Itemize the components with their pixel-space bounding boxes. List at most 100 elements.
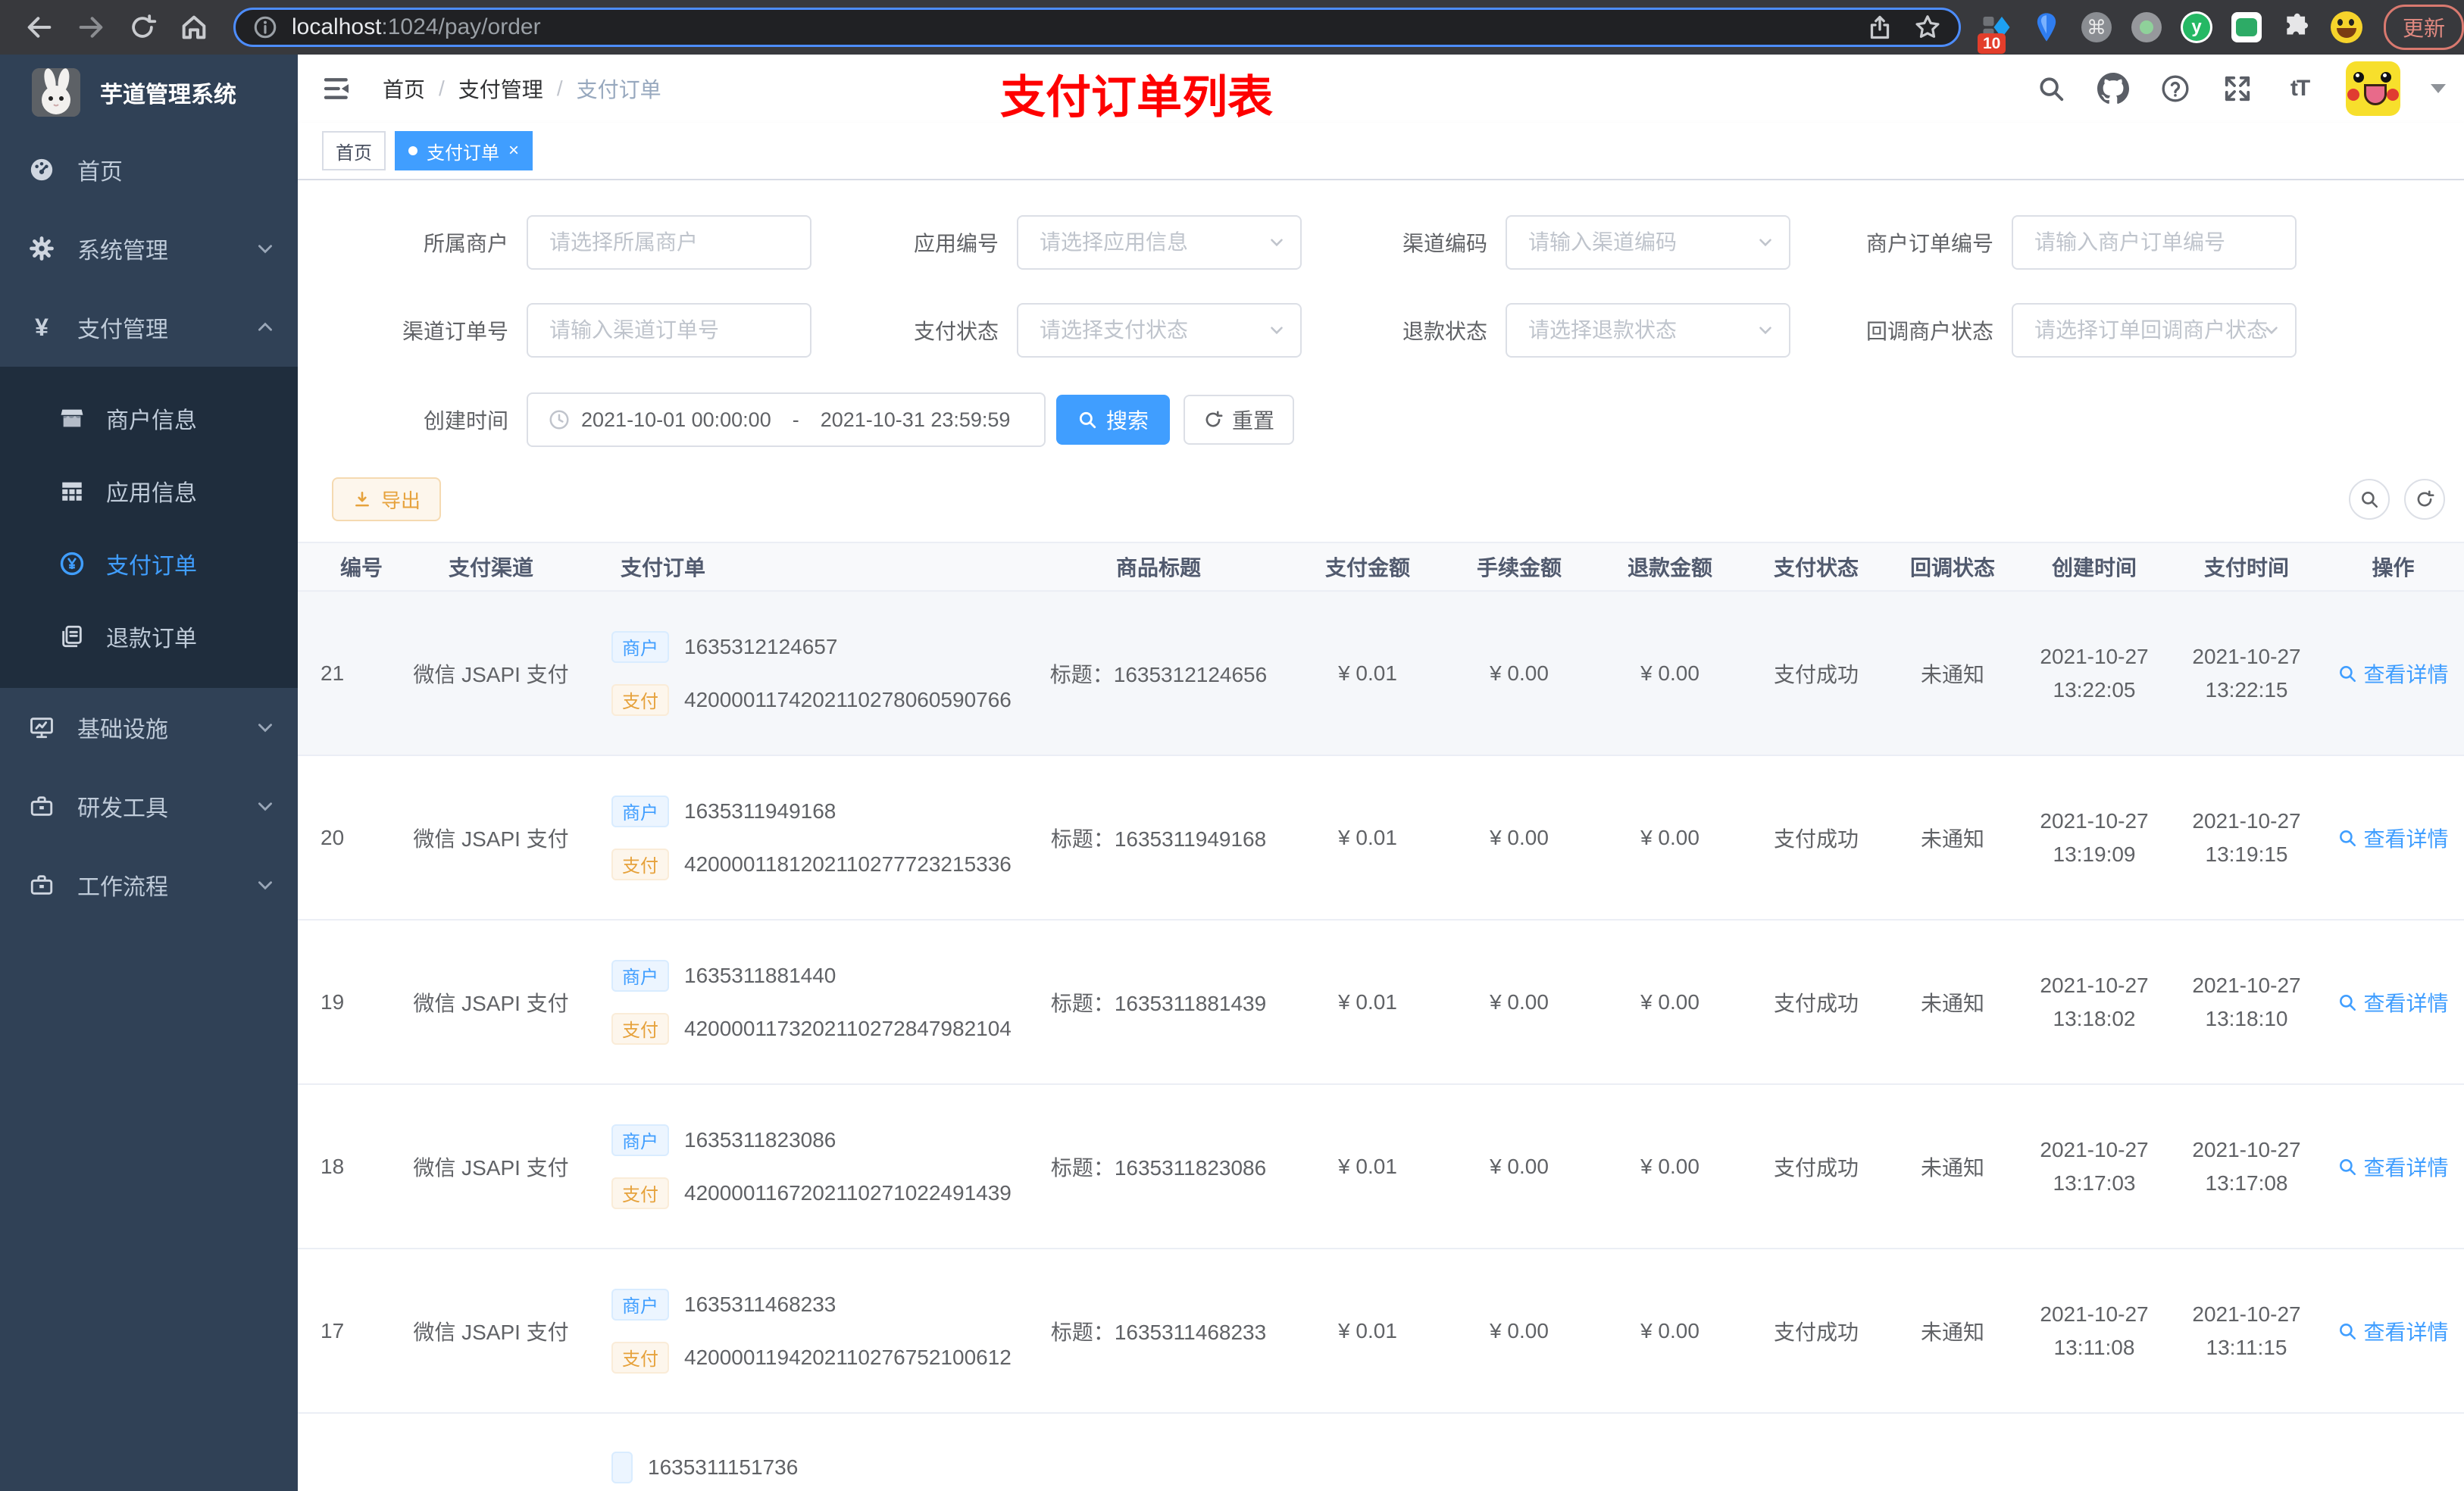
forward-icon[interactable] [74,11,108,44]
breadcrumb-pay[interactable]: 支付管理 [458,73,543,104]
cell-notify-status: 未通知 [1920,1155,1984,1180]
filter-channel-code: 渠道编码 [1324,215,1790,270]
app-select[interactable] [1017,215,1302,270]
chevron-down-icon[interactable] [2431,84,2446,93]
refund-status-field[interactable] [1527,317,1769,343]
y-extension-icon[interactable]: y [2181,11,2212,43]
date-range-picker[interactable]: 2021-10-01 00:00:00 - 2021-10-31 23:59:5… [527,392,1046,447]
cell-id: 17 [321,1318,345,1343]
puzzle-extensions-icon[interactable] [2281,11,2312,43]
notify-status-select[interactable] [2012,303,2297,358]
sidebar-item-label: 研发工具 [77,796,168,821]
bookmark-star-icon[interactable] [1913,13,1942,42]
pay-tag: 支付 [611,1341,669,1374]
reload-icon[interactable] [126,11,159,44]
date-end[interactable]: 2021-10-31 23:59:59 [821,408,1011,432]
table-row[interactable]: 19 微信 JSAPI 支付 商户 1635311881440 支付 42000… [298,921,2464,1085]
view-detail-link[interactable]: 查看详情 [2337,1316,2449,1346]
channel-code-select[interactable] [1506,215,1790,270]
github-icon[interactable] [2097,73,2129,105]
merchant-input[interactable] [527,215,811,270]
merchant-order-no-field[interactable] [2033,230,2275,255]
table-row[interactable]: 17 微信 JSAPI 支付 商户 1635311468233 支付 42000… [298,1249,2464,1414]
app-title: 芋道管理系统 [100,83,236,108]
view-detail-link[interactable]: 查看详情 [2337,1152,2449,1182]
sidebar-item-app-info[interactable]: 应用信息 [0,455,298,527]
merchant-order-no: 1635311823086 [684,1127,836,1152]
channel-order-no-input[interactable] [527,303,811,358]
breadcrumb-separator: / [556,77,563,100]
notify-status-field[interactable] [2033,317,2275,343]
sidebar-item-pay-order[interactable]: 支付订单 [0,527,298,600]
record-extension-icon[interactable] [2131,11,2162,43]
share-icon[interactable] [1866,14,1893,41]
refund-status-select[interactable] [1506,303,1790,358]
chat-extension-icon[interactable] [2231,11,2262,43]
export-button[interactable]: 导出 [332,477,441,521]
pay-status-select[interactable] [1017,303,1302,358]
fullscreen-icon[interactable] [2222,73,2253,105]
sidebar-item-workflow[interactable]: 工作流程 [0,846,298,924]
tag-pay-order[interactable]: 支付订单 × [395,131,533,170]
command-extension-icon[interactable]: ⌘ [2081,11,2112,43]
pay-tag: 支付 [611,848,669,880]
merchant-order-no-input[interactable] [2012,215,2297,270]
tag-home[interactable]: 首页 [322,131,386,170]
reset-button[interactable]: 重置 [1184,395,1294,445]
view-detail-link[interactable]: 查看详情 [2337,658,2449,689]
table-body: 21 微信 JSAPI 支付 商户 1635312124657 支付 42000… [298,592,2464,1491]
sidebar-item-merchant-info[interactable]: 商户信息 [0,382,298,455]
update-button[interactable]: 更新 [2384,5,2464,50]
table-row[interactable]: 1635311151736 [298,1414,2464,1491]
sidebar-item-system[interactable]: 系统管理 [0,209,298,288]
home-icon[interactable] [177,11,211,44]
pay-status-field[interactable] [1038,317,1280,343]
view-detail-link[interactable]: 查看详情 [2337,823,2449,853]
diamond-extension-icon[interactable]: 10 [1978,11,2012,54]
sidebar-item-devtools[interactable]: 研发工具 [0,767,298,846]
channel-order-no-field[interactable] [548,317,790,343]
url-text[interactable]: localhost:1024/pay/order [292,14,1866,40]
search-button[interactable]: 搜索 [1056,395,1170,445]
date-start[interactable]: 2021-10-01 00:00:00 [581,408,771,432]
merchant-tag: 商户 [611,959,669,992]
help-icon[interactable] [2159,73,2191,105]
sidebar-item-label: 商户信息 [106,408,197,433]
cell-actions: 查看详情 [2322,823,2464,853]
pin-extension-icon[interactable] [2031,11,2062,43]
close-icon[interactable]: × [508,142,519,160]
column-header: 操作 [2372,556,2415,580]
sidebar-item-pay[interactable]: ¥ 支付管理 [0,288,298,367]
sidebar-item-home[interactable]: 首页 [0,130,298,209]
site-info-icon[interactable] [252,14,278,40]
font-size-icon[interactable]: tT [2284,73,2315,105]
refresh-button[interactable] [2404,479,2445,520]
cell-title: 标题：1635311823086 [1050,1155,1267,1180]
table-row[interactable]: 21 微信 JSAPI 支付 商户 1635312124657 支付 42000… [298,592,2464,756]
sidebar-item-infra[interactable]: 基础设施 [0,688,298,767]
back-icon[interactable] [23,11,56,44]
breadcrumb-home[interactable]: 首页 [383,73,425,104]
cell-actions: 查看详情 [2322,1152,2464,1182]
table-row[interactable]: 18 微信 JSAPI 支付 商户 1635311823086 支付 42000… [298,1085,2464,1249]
cell-fee: ¥ 0.00 [1490,661,1549,685]
sidebar-item-label: 退款订单 [106,627,197,652]
sidebar-item-refund-order[interactable]: 退款订单 [0,600,298,673]
export-button-label: 导出 [380,489,421,512]
sidebar-toggle-icon[interactable] [322,73,352,104]
search-icon[interactable] [2035,73,2067,105]
toggle-search-button[interactable] [2349,479,2390,520]
sidebar-item-label: 系统管理 [77,239,168,264]
emoji-extension-icon[interactable] [2331,11,2362,43]
merchant-input-field[interactable] [548,230,790,255]
cell-refund: ¥ 0.00 [1640,1154,1699,1178]
table-row[interactable]: 20 微信 JSAPI 支付 商户 1635311949168 支付 42000… [298,756,2464,921]
channel-code-field[interactable] [1527,230,1769,255]
cell-fee: ¥ 0.00 [1490,1154,1549,1178]
cell-amount: ¥ 0.01 [1338,1318,1397,1343]
address-bar[interactable]: localhost:1024/pay/order [233,8,1961,47]
briefcase-icon [29,872,55,898]
user-avatar[interactable] [2346,61,2400,116]
app-select-field[interactable] [1038,230,1280,255]
view-detail-link[interactable]: 查看详情 [2337,987,2449,1017]
